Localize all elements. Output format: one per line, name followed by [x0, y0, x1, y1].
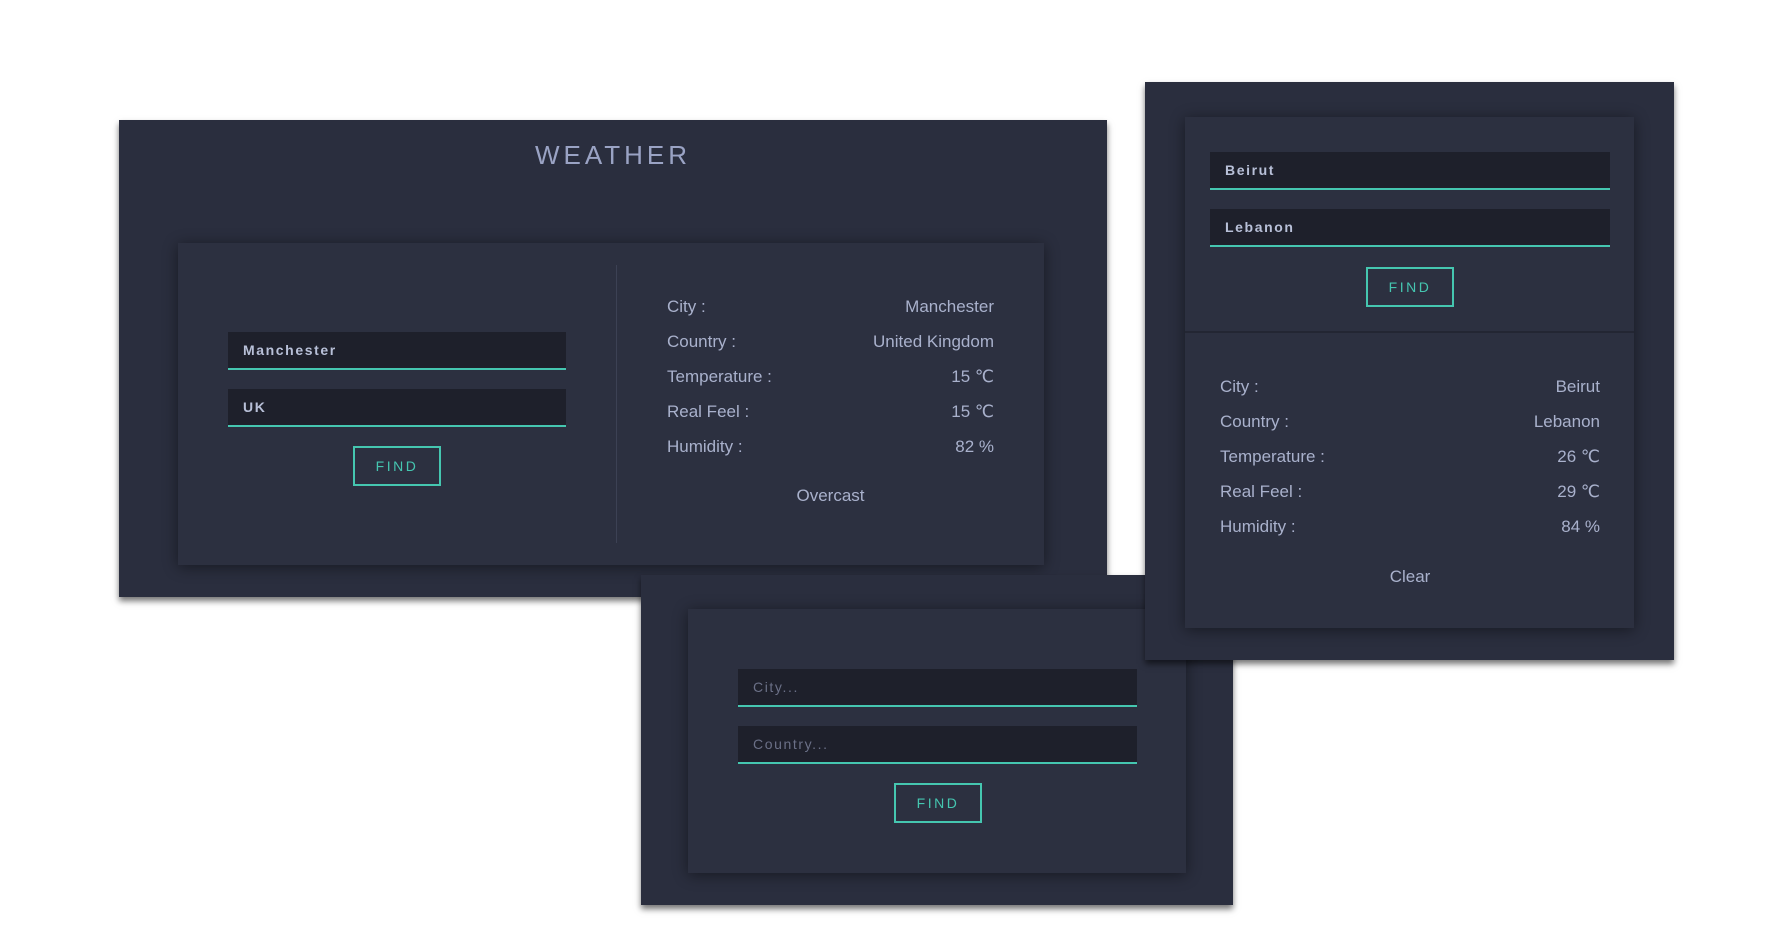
temperature-row: Temperature : 26 ℃ — [1220, 445, 1600, 469]
city-value: Manchester — [905, 297, 994, 316]
city-row: City : Manchester — [667, 295, 994, 319]
country-input[interactable]: Country... — [738, 726, 1137, 764]
find-button[interactable]: FIND — [894, 783, 982, 823]
temperature-row: Temperature : 15 ℃ — [667, 365, 994, 389]
app-title: WEATHER — [534, 140, 692, 170]
country-input[interactable]: UK — [228, 389, 566, 427]
country-label: Country : — [667, 332, 736, 351]
country-label: Country : — [1220, 412, 1289, 431]
weather-card-main: Manchester UK FIND City : Manchester Cou… — [178, 243, 1044, 565]
humidity-value: 82 % — [955, 437, 994, 456]
city-input[interactable]: Manchester — [228, 332, 566, 370]
weather-window-side: Beirut Lebanon FIND City : Beirut Countr… — [1145, 82, 1674, 660]
humidity-row: Humidity : 82 % — [667, 435, 994, 459]
real-feel-row: Real Feel : 15 ℃ — [667, 400, 994, 424]
city-input[interactable]: Beirut — [1210, 152, 1610, 190]
weather-card-side: Beirut Lebanon FIND City : Beirut Countr… — [1185, 117, 1634, 628]
humidity-row: Humidity : 84 % — [1220, 515, 1600, 539]
country-value: United Kingdom — [873, 332, 994, 351]
city-input[interactable]: City... — [738, 669, 1137, 707]
vertical-divider — [616, 265, 617, 543]
weather-description: Overcast — [796, 486, 865, 505]
temperature-value: 15 ℃ — [951, 367, 994, 386]
humidity-label: Humidity : — [667, 437, 743, 456]
city-label: City : — [667, 297, 706, 316]
city-value: Beirut — [1555, 377, 1600, 396]
temperature-value: 26 ℃ — [1557, 447, 1600, 466]
humidity-value: 84 % — [1561, 517, 1600, 536]
weather-window-main: WEATHER Manchester UK FIND City : Manche… — [119, 120, 1107, 597]
country-value: Lebanon — [1533, 412, 1600, 431]
real-feel-value: 15 ℃ — [951, 402, 994, 421]
country-row: Country : Lebanon — [1220, 410, 1600, 434]
humidity-label: Humidity : — [1220, 517, 1296, 536]
temperature-label: Temperature : — [667, 367, 772, 386]
real-feel-label: Real Feel : — [1220, 482, 1303, 501]
weather-description: Clear — [1389, 567, 1431, 586]
find-button[interactable]: FIND — [1366, 267, 1454, 307]
country-row: Country : United Kingdom — [667, 330, 994, 354]
real-feel-value: 29 ℃ — [1557, 482, 1600, 501]
city-label: City : — [1220, 377, 1259, 396]
real-feel-row: Real Feel : 29 ℃ — [1220, 480, 1600, 504]
country-input[interactable]: Lebanon — [1210, 209, 1610, 247]
city-row: City : Beirut — [1220, 375, 1600, 399]
temperature-label: Temperature : — [1220, 447, 1325, 466]
weather-card-empty: City... Country... FIND — [688, 609, 1186, 873]
real-feel-label: Real Feel : — [667, 402, 750, 421]
find-button[interactable]: FIND — [353, 446, 441, 486]
horizontal-divider — [1185, 331, 1634, 333]
